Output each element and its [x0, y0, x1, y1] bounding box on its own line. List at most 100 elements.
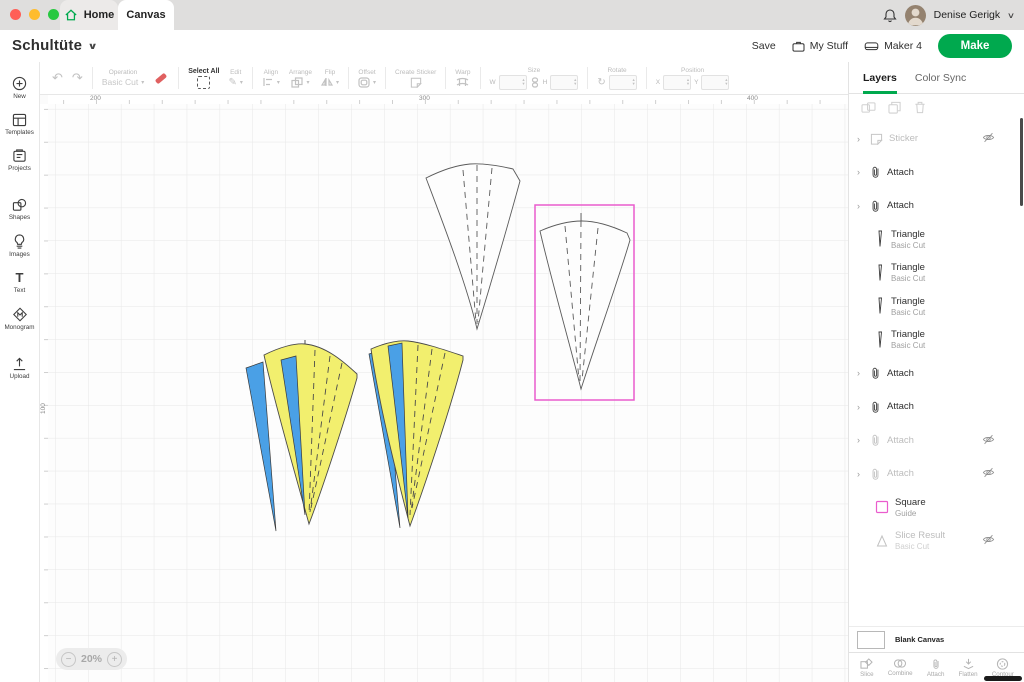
- sidebar-label: Monogram: [4, 324, 34, 331]
- attach-button[interactable]: Attach: [927, 658, 945, 678]
- select-all-button[interactable]: Select All: [188, 68, 219, 89]
- sidebar-item-upload[interactable]: Upload: [0, 357, 40, 380]
- ungroup-icon[interactable]: [861, 101, 876, 114]
- close-window-button[interactable]: [10, 9, 21, 20]
- layer-row-triangle[interactable]: Triangle Basic Cut: [849, 323, 1024, 357]
- operation-dropdown[interactable]: Operation Basic Cut ▾: [102, 69, 144, 87]
- align-dropdown[interactable]: Align ▾: [262, 69, 280, 87]
- tab-canvas[interactable]: Canvas: [118, 0, 174, 30]
- layer-row-attach[interactable]: › Attach: [849, 357, 1024, 391]
- layer-label: Square: [895, 497, 926, 508]
- sidebar-item-new[interactable]: New: [0, 76, 40, 100]
- y-stepper[interactable]: ▴ ▾: [725, 78, 728, 86]
- width-stepper[interactable]: ▴ ▾: [522, 78, 525, 86]
- project-header: Schultüte ∨ Save My Stuff Maker 4: [0, 30, 1024, 62]
- zoom-window-button[interactable]: [48, 9, 59, 20]
- delete-icon[interactable]: [914, 101, 926, 114]
- size-lock-link-icon[interactable]: [530, 77, 540, 88]
- width-input[interactable]: ▴ ▾: [499, 75, 527, 90]
- sidebar-item-projects[interactable]: Projects: [0, 149, 40, 172]
- minimize-window-button[interactable]: [29, 9, 40, 20]
- linetype-color-swatch[interactable]: [155, 72, 167, 84]
- user-avatar[interactable]: [905, 5, 926, 26]
- chevron-right-icon[interactable]: ›: [857, 134, 864, 144]
- layer-row-attach[interactable]: › Attach: [849, 457, 1024, 491]
- layer-row-sticker[interactable]: › Sticker: [849, 122, 1024, 156]
- eye-off-icon[interactable]: [982, 434, 995, 445]
- create-sticker-button[interactable]: Create Sticker: [395, 69, 436, 88]
- layers-scrollbar[interactable]: [1020, 118, 1023, 206]
- layer-row-triangle[interactable]: Triangle Basic Cut: [849, 223, 1024, 257]
- my-stuff-button[interactable]: My Stuff: [792, 40, 848, 52]
- chevron-right-icon[interactable]: ›: [857, 402, 864, 412]
- make-button[interactable]: Make: [938, 34, 1012, 58]
- zoom-in-button[interactable]: +: [107, 652, 122, 667]
- tab-home[interactable]: Home: [60, 0, 118, 30]
- chevron-right-icon[interactable]: ›: [857, 201, 864, 211]
- offset-dropdown[interactable]: Offset ▾: [358, 69, 376, 88]
- tab-color-sync[interactable]: Color Sync: [915, 62, 966, 94]
- sidebar-item-monogram[interactable]: Monogram: [0, 307, 40, 331]
- contour-button[interactable]: Contour: [992, 658, 1014, 678]
- sidebar-item-text[interactable]: T Text: [0, 271, 40, 294]
- layer-row-triangle[interactable]: Triangle Basic Cut: [849, 256, 1024, 290]
- eye-off-icon[interactable]: [982, 534, 995, 545]
- layer-row-attach[interactable]: › Attach: [849, 390, 1024, 424]
- blank-canvas-row[interactable]: Blank Canvas: [849, 626, 1024, 652]
- stepper-down-icon[interactable]: ▾: [522, 82, 524, 86]
- notifications-bell-icon[interactable]: [883, 8, 897, 23]
- eye-off-icon[interactable]: [982, 132, 995, 143]
- layer-label: Attach: [887, 167, 914, 178]
- duplicate-icon[interactable]: [888, 101, 902, 114]
- project-title[interactable]: Schultüte ∨: [12, 37, 97, 54]
- rotate-input[interactable]: ▴ ▾: [609, 75, 637, 90]
- warp-button[interactable]: Warp: [455, 69, 470, 88]
- sidebar-label: New: [13, 93, 26, 100]
- chevron-right-icon[interactable]: ›: [857, 469, 864, 479]
- sidebar-item-shapes[interactable]: Shapes: [0, 198, 40, 221]
- zoom-out-button[interactable]: −: [61, 652, 76, 667]
- layer-row-attach[interactable]: › Attach: [849, 189, 1024, 223]
- layer-sublabel: Basic Cut: [891, 308, 925, 317]
- user-menu-chevron-icon[interactable]: ∨: [1007, 11, 1015, 20]
- stepper-down-icon[interactable]: ▾: [574, 82, 576, 86]
- chevron-right-icon[interactable]: ›: [857, 167, 864, 177]
- flip-dropdown[interactable]: Flip ▾: [321, 69, 339, 87]
- square-guide-thumbnail: [875, 500, 889, 514]
- eye-off-icon[interactable]: [982, 467, 995, 478]
- edit-dropdown[interactable]: Edit ✎ ▾: [228, 69, 242, 88]
- canvas-color-swatch[interactable]: [857, 631, 885, 649]
- save-button[interactable]: Save: [752, 40, 776, 52]
- combine-button[interactable]: Combine: [888, 658, 913, 677]
- canvas-artboard[interactable]: [40, 95, 848, 682]
- tab-layers[interactable]: Layers: [863, 62, 897, 94]
- stepper-down-icon[interactable]: ▾: [725, 82, 727, 86]
- rotate-stepper[interactable]: ▴ ▾: [633, 78, 636, 86]
- chevron-right-icon[interactable]: ›: [857, 435, 864, 445]
- design-canvas[interactable]: 200 300 400 100: [40, 95, 848, 682]
- layer-row-triangle[interactable]: Triangle Basic Cut: [849, 290, 1024, 324]
- layer-row-slice-result[interactable]: Slice Result Basic Cut: [849, 524, 1024, 558]
- x-stepper[interactable]: ▴ ▾: [687, 78, 690, 86]
- position-y-input[interactable]: ▴ ▾: [701, 75, 729, 90]
- flatten-button[interactable]: Flatten: [959, 658, 978, 678]
- attach-action-icon: [931, 658, 941, 670]
- undo-icon[interactable]: ↶: [52, 70, 63, 86]
- stepper-down-icon[interactable]: ▾: [687, 82, 689, 86]
- arrange-dropdown[interactable]: Arrange ▾: [289, 69, 312, 88]
- sidebar-item-templates[interactable]: Templates: [0, 113, 40, 136]
- sidebar-item-images[interactable]: Images: [0, 234, 40, 258]
- layer-row-attach[interactable]: › Attach: [849, 156, 1024, 190]
- height-input[interactable]: ▴ ▾: [550, 75, 578, 90]
- position-x-input[interactable]: ▴ ▾: [663, 75, 691, 90]
- size-label: Size: [528, 67, 541, 74]
- redo-icon[interactable]: ↷: [72, 70, 83, 86]
- layer-row-attach[interactable]: › Attach: [849, 424, 1024, 458]
- height-stepper[interactable]: ▴ ▾: [574, 78, 577, 86]
- layer-row-square-guide[interactable]: Square Guide: [849, 491, 1024, 525]
- slice-button[interactable]: Slice: [860, 658, 873, 678]
- chevron-right-icon[interactable]: ›: [857, 368, 864, 378]
- stepper-down-icon[interactable]: ▾: [633, 82, 635, 86]
- divider: [480, 67, 481, 89]
- machine-selector[interactable]: Maker 4: [864, 40, 922, 52]
